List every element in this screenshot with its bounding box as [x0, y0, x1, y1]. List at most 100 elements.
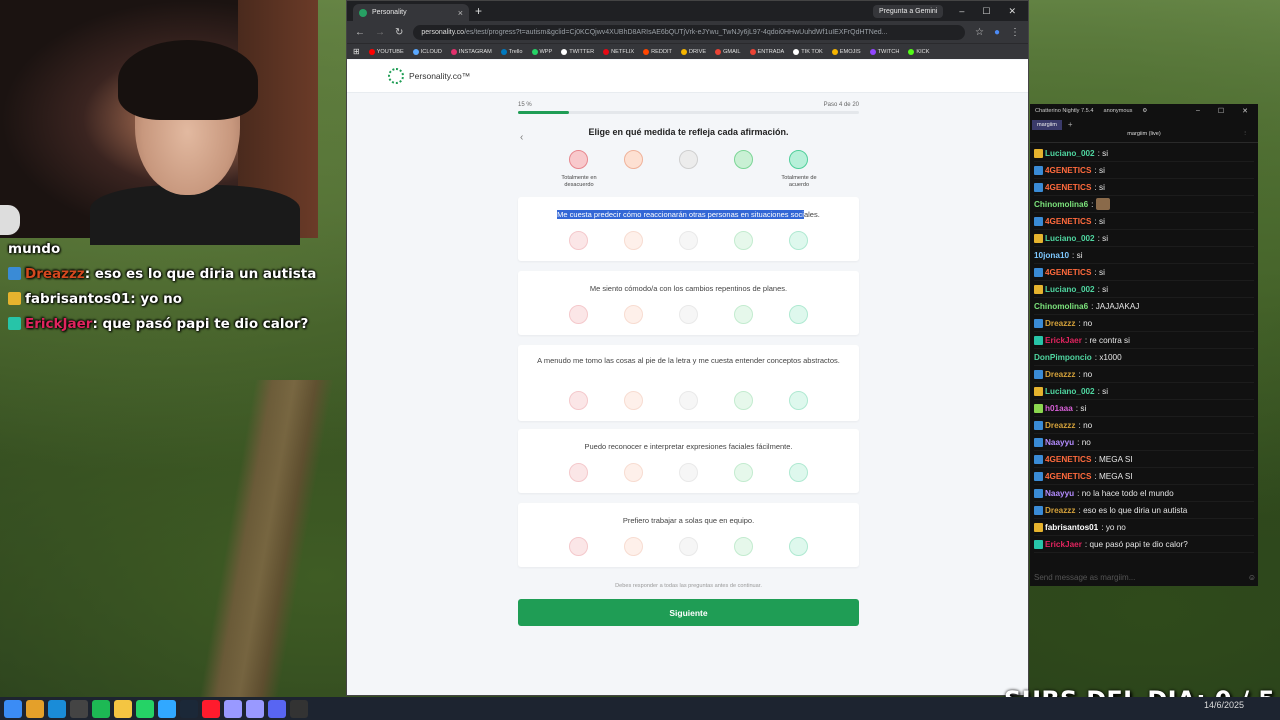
chatterino-username[interactable]: ErickJaer [1045, 540, 1082, 549]
chatterino-message[interactable]: 10jona10: si [1034, 247, 1254, 264]
chatterino-username[interactable]: Naayyu [1045, 438, 1074, 447]
chatterino-username[interactable]: Dreazzz [1045, 506, 1076, 515]
chatterino-add-tab-icon[interactable]: + [1068, 120, 1073, 129]
chatterino-message[interactable]: DonPimponcio: x1000 [1034, 349, 1254, 366]
bookmark-gmail[interactable]: GMAIL [715, 48, 741, 55]
extensions-icon[interactable]: ● [994, 27, 1000, 38]
chatterino-message[interactable]: 4GENETICS: MEGA SI [1034, 451, 1254, 468]
spotify-icon[interactable] [92, 699, 110, 718]
windows-start-icon[interactable] [4, 699, 22, 718]
chatterino-message[interactable]: Luciano_002: si [1034, 383, 1254, 400]
chatterino-username[interactable]: 10jona10 [1034, 251, 1069, 260]
chatterino-message[interactable]: Dreazzz: no [1034, 315, 1254, 332]
premiere-icon[interactable] [224, 699, 242, 718]
answer-option-disagree[interactable] [624, 231, 643, 250]
chatterino-message[interactable]: fabrisantos01: yo no [1034, 519, 1254, 536]
bookmark-wpp[interactable]: WPP [531, 48, 552, 55]
chatterino-settings-gear-icon[interactable]: ⚙ [1142, 108, 1147, 114]
chatterino-username[interactable]: Luciano_002 [1045, 387, 1095, 396]
answer-option-strongly-disagree[interactable] [569, 305, 588, 324]
chatterino-message[interactable]: ErickJaer: que pasó papi te dio calor? [1034, 536, 1254, 553]
forward-arrow-icon[interactable]: → [375, 27, 385, 38]
chatterino-username[interactable]: Naayyu [1045, 489, 1074, 498]
chatterino-message[interactable]: Naayyu: no [1034, 434, 1254, 451]
bookmark-trello[interactable]: Trello [500, 48, 523, 55]
chatterino-username[interactable]: 4GENETICS [1045, 183, 1091, 192]
chatterino-username[interactable]: 4GENETICS [1045, 166, 1091, 175]
chatterino-close-icon[interactable]: ✕ [1242, 107, 1248, 115]
obs-icon[interactable] [290, 699, 308, 718]
answer-option-agree[interactable] [734, 391, 753, 410]
answer-option-strongly-disagree[interactable] [569, 231, 588, 250]
xbox-icon[interactable] [70, 699, 88, 718]
bookmark-star-icon[interactable]: ☆ [975, 27, 984, 38]
edge-icon[interactable] [48, 699, 66, 718]
chatterino-username[interactable]: fabrisantos01 [1045, 523, 1098, 532]
chatterino-message[interactable]: 4GENETICS: si [1034, 264, 1254, 281]
chatterino-message[interactable]: Luciano_002: si [1034, 230, 1254, 247]
chatterino-channel-menu-icon[interactable]: ⋮ [1242, 131, 1248, 137]
bookmark-reddit[interactable]: REDDIT [643, 48, 672, 55]
steam-icon[interactable] [180, 699, 198, 718]
explorer-icon[interactable] [114, 699, 132, 718]
answer-option-strongly-agree[interactable] [789, 537, 808, 556]
bookmark-instagram[interactable]: INSTAGRAM [450, 48, 492, 55]
new-tab-plus-icon[interactable]: + [475, 4, 482, 18]
answer-option-agree[interactable] [734, 231, 753, 250]
chatterino-username[interactable]: h01aaa [1045, 404, 1073, 413]
chatterino-username[interactable]: Dreazzz [1045, 319, 1076, 328]
bookmark-tik-tok[interactable]: TIK TOK [793, 48, 823, 55]
personality-logo-icon[interactable] [388, 68, 404, 84]
reload-icon[interactable]: ↻ [395, 27, 403, 38]
chatterino-maximize-icon[interactable]: ☐ [1218, 107, 1224, 115]
chatterino-username[interactable]: Luciano_002 [1045, 149, 1095, 158]
site-logo-text[interactable]: Personality.co™ [409, 71, 470, 81]
bookmark-kick[interactable]: KICK [908, 48, 929, 55]
chatterino-account[interactable]: anonymous [1103, 108, 1132, 114]
answer-option-neutral[interactable] [679, 391, 698, 410]
apps-grid-icon[interactable]: ⊞ [353, 47, 360, 56]
chatterino-username[interactable]: Dreazzz [1045, 421, 1076, 430]
chatterino-username[interactable]: ErickJaer [1045, 336, 1082, 345]
answer-option-strongly-disagree[interactable] [569, 463, 588, 482]
tab-close-icon[interactable]: × [458, 8, 463, 18]
answer-option-disagree[interactable] [624, 391, 643, 410]
chatterino-message[interactable]: h01aaa: si [1034, 400, 1254, 417]
chatterino-username[interactable]: Luciano_002 [1045, 234, 1095, 243]
chatterino-message[interactable]: 4GENETICS: si [1034, 162, 1254, 179]
opera-icon[interactable] [202, 699, 220, 718]
answer-option-strongly-disagree[interactable] [569, 537, 588, 556]
chatterino-message[interactable]: Luciano_002: si [1034, 145, 1254, 162]
chatterino-message[interactable]: Chinomolina6: JAJAJAKAJ [1034, 298, 1254, 315]
answer-option-disagree[interactable] [624, 463, 643, 482]
next-button[interactable]: Siguiente [518, 599, 859, 626]
bookmark-drive[interactable]: DRIVE [680, 48, 706, 55]
chatterino-message[interactable]: Dreazzz: no [1034, 417, 1254, 434]
bookmark-twitch[interactable]: TWITCH [869, 48, 899, 55]
gemini-button[interactable]: Pregunta a Gemini [872, 4, 944, 18]
chatterino-username[interactable]: 4GENETICS [1045, 455, 1091, 464]
chatterino-username[interactable]: DonPimponcio [1034, 353, 1092, 362]
bookmark-twitter[interactable]: TWITTER [561, 48, 594, 55]
answer-option-strongly-agree[interactable] [789, 391, 808, 410]
bookmark-icloud[interactable]: ICLOUD [412, 48, 442, 55]
answer-option-strongly-disagree[interactable] [569, 391, 588, 410]
chatterino-username[interactable]: Chinomolina6 [1034, 302, 1088, 311]
chatterino-username[interactable]: 4GENETICS [1045, 217, 1091, 226]
chatterino-tab-margiim[interactable]: margiim [1032, 119, 1062, 130]
answer-option-neutral[interactable] [679, 305, 698, 324]
url-bar[interactable]: personality.co/es/test/progress?t=autism… [413, 24, 965, 40]
chatterino-message[interactable]: Dreazzz: no [1034, 366, 1254, 383]
maximize-icon[interactable]: ☐ [982, 6, 990, 17]
chatterino-message[interactable]: Naayyu: no la hace todo el mundo [1034, 485, 1254, 502]
answer-option-strongly-agree[interactable] [789, 305, 808, 324]
chrome-icon[interactable] [26, 699, 44, 718]
bookmark-emojis[interactable]: EMOJIS [831, 48, 861, 55]
chatterino-username[interactable]: Dreazzz [1045, 370, 1076, 379]
discord-icon[interactable] [268, 699, 286, 718]
profile-menu-icon[interactable]: ⋮ [1010, 27, 1020, 38]
chatterino-emote-icon[interactable]: ☺ [1248, 573, 1256, 582]
chatterino-username[interactable]: 4GENETICS [1045, 268, 1091, 277]
taskbar-clock[interactable]: 14/6/2025 [1204, 701, 1244, 710]
chatterino-message[interactable]: Luciano_002: si [1034, 281, 1254, 298]
